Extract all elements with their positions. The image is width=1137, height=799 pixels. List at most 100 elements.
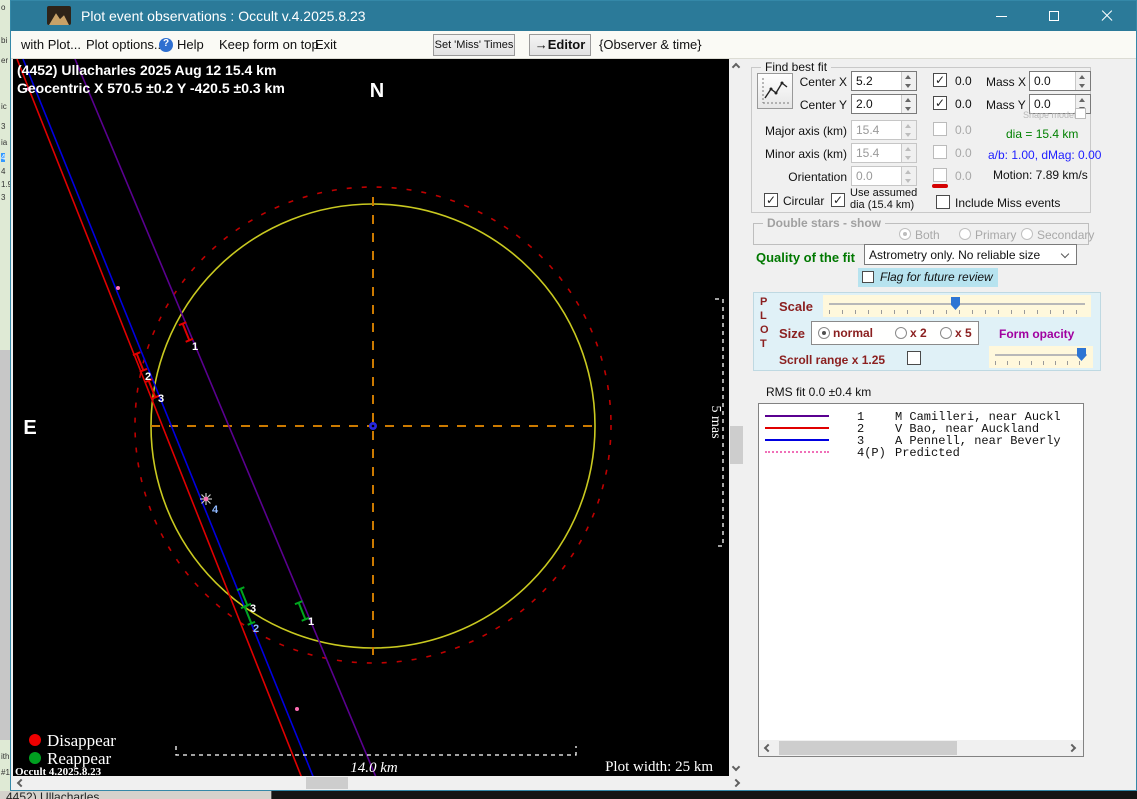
quality-label: Quality of the fit [756,250,855,265]
occultation-plot[interactable]: 1 2 3 3 2 1 4 (4452) Ullacharles 2025 Au… [13,59,729,776]
chord-line-sample [765,439,829,441]
editor-button[interactable]: →Editor [529,34,591,56]
title-bar[interactable]: Plot event observations : Occult v.4.202… [11,1,1136,31]
plot-hscroll-thumb[interactable] [306,777,348,789]
double-stars-title: Double stars - show [763,216,886,230]
center-y-spinner[interactable]: 2.0 [851,94,917,114]
major-axis-lock-checkbox[interactable] [933,122,947,136]
observer-row[interactable]: 1 M Camilleri, near Auckl [759,410,1083,424]
east-label: E [23,417,36,439]
mass-x-value: 0.0 [1034,74,1051,88]
include-miss-checkbox[interactable] [936,195,950,209]
shape-model-checkbox[interactable] [1075,108,1086,119]
maximize-button[interactable] [1029,1,1079,31]
plot-vscroll-thumb[interactable] [730,426,743,464]
menu-with-plot[interactable]: with Plot... [21,37,81,52]
size-normal-radio[interactable] [818,327,830,339]
double-secondary-radio[interactable] [1021,228,1033,240]
background-window-sliver: o bi er ic 3 ia 44 1.9 3 ith #1 [0,0,10,799]
observer-row[interactable]: 2 V Bao, near Auckland [759,422,1083,436]
spinner-arrows[interactable] [901,72,916,90]
chord-line-sample [765,451,829,453]
disappear-legend-dot [29,734,41,746]
major-axis-label: Major axis (km) [764,124,847,138]
use-assumed-dia-checkbox[interactable] [831,193,845,207]
menu-exit[interactable]: Exit [315,37,337,52]
plot-letter-o: O [760,324,769,336]
marker-label-r2: 2 [253,623,259,635]
plot-version-label: Occult 4.2025.8.23 [15,766,102,776]
use-assumed-label-line1: Use assumed [850,187,918,199]
major-axis-spinner[interactable]: 15.4 [851,120,917,140]
marker-label-r3: 3 [250,603,256,615]
observer-row[interactable]: 4(P) Predicted [759,446,1083,460]
orientation-lock-checkbox[interactable] [933,168,947,182]
minor-axis-spinner[interactable]: 15.4 [851,143,917,163]
size-label: Size [779,326,806,341]
observers-list-scrollbar[interactable] [759,740,1083,756]
observers-scroll-thumb[interactable] [779,741,957,755]
scroll-range-checkbox[interactable] [907,351,921,365]
center-point-core [371,424,375,428]
chord-observer-3 [22,59,314,776]
center-x-value: 5.2 [856,74,873,88]
marker-label-r1: 1 [308,616,314,628]
minor-axis-value: 15.4 [856,146,880,160]
motion-label: Motion: 7.89 km/s [993,168,1088,182]
center-x-lock-checkbox[interactable] [933,73,947,87]
spinner-arrows[interactable] [901,95,916,113]
minimize-button[interactable] [976,1,1026,31]
flag-review-checkbox[interactable] [862,271,874,283]
plot-letter-t: T [760,338,767,350]
observer-row[interactable]: 3 A Pennell, near Beverly [759,434,1083,448]
plot-letter-l: L [760,310,767,322]
screen: o bi er ic 3 ia 44 1.9 3 ith #1 Plot event obs… [0,0,1137,799]
scale-slider[interactable] [823,295,1091,317]
spinner-arrows [901,121,916,139]
menu-help[interactable]: Help [177,37,204,52]
use-assumed-label-line2: dia (15.4 km) [850,199,915,211]
window-title: Plot event observations : Occult v.4.202… [81,8,366,24]
minor-axis-lock-checkbox[interactable] [933,145,947,159]
set-miss-times-button[interactable]: Set 'Miss' Times [433,34,515,56]
marker-label-d1: 1 [192,341,198,353]
shape-model-label: Shape model [1023,110,1077,120]
size-x5-label: x 5 [955,326,972,340]
menu-plot-options[interactable]: Plot options... [86,37,165,52]
quality-dropdown-value: Astrometry only. No reliable size [869,248,1041,262]
scale-slider-thumb[interactable] [951,297,960,310]
plot-vertical-scrollbar[interactable] [729,59,744,776]
form-opacity-label: Form opacity [999,327,1075,341]
center-x-spinner[interactable]: 5.2 [851,71,917,91]
spinner-arrows[interactable] [1075,72,1090,90]
form-opacity-slider[interactable] [989,346,1093,368]
help-icon[interactable] [159,38,173,52]
orientation-spinner[interactable]: 0.0 [851,166,917,186]
circular-checkbox[interactable] [764,193,778,207]
double-primary-radio[interactable] [959,228,971,240]
double-both-radio[interactable] [899,228,911,240]
double-secondary-label: Secondary [1037,228,1095,242]
scale-label: Scale [779,299,813,314]
center-x-label: Center X [799,75,847,89]
plot-horizontal-scrollbar[interactable] [13,776,744,790]
menu-keep-on-top[interactable]: Keep form on top [219,37,319,52]
size-x5-radio[interactable] [940,327,952,339]
scalebar-label: 14.0 km [350,760,398,776]
close-button[interactable] [1082,1,1132,31]
ab-dmag-label: a/b: 1.00, dMag: 0.00 [988,148,1102,162]
predicted-star-center [203,496,209,502]
form-opacity-thumb[interactable] [1077,348,1086,361]
plot-title-line2: Geocentric X 570.5 ±0.2 Y -420.5 ±0.3 km [17,80,285,96]
size-x2-radio[interactable] [895,327,907,339]
center-y-lock-checkbox[interactable] [933,96,947,110]
mass-x-spinner[interactable]: 0.0 [1029,71,1091,91]
quality-dropdown[interactable]: Astrometry only. No reliable size [864,244,1077,265]
reappear-legend-dot [29,752,41,764]
marker-label-predicted: 4 [212,504,219,516]
chord-line-sample [765,415,829,417]
size-x2-label: x 2 [910,326,927,340]
center-y-value: 2.0 [856,97,873,111]
spinner-arrows [901,144,916,162]
observers-listbox[interactable]: 1 M Camilleri, near Auckl 2 V Bao, near … [758,403,1084,757]
